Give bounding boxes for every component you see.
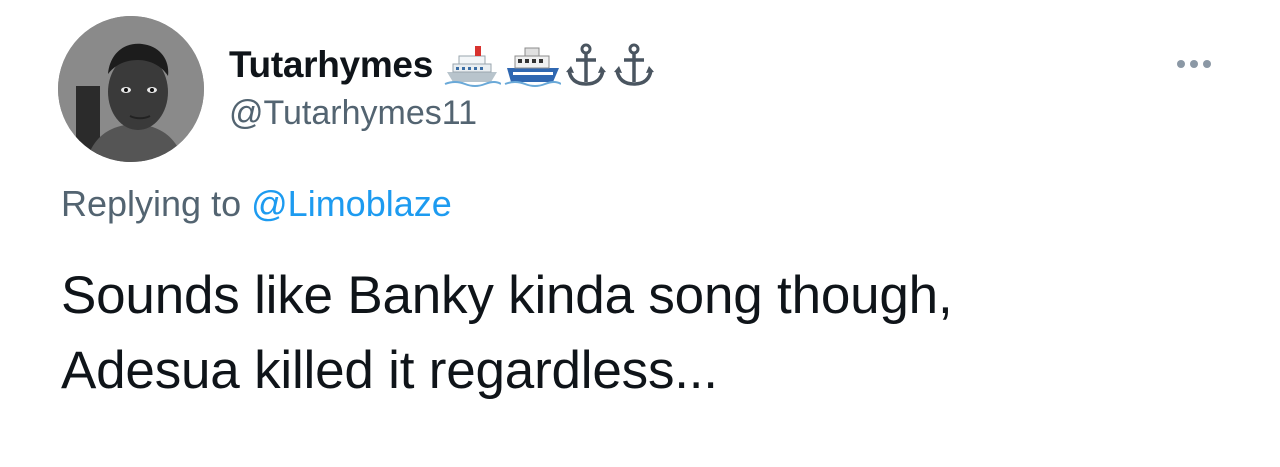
replying-prefix: Replying to bbox=[61, 183, 242, 224]
ferry-icon bbox=[503, 42, 561, 88]
user-handle[interactable]: @Tutarhymes11 bbox=[229, 94, 477, 133]
more-dot-icon bbox=[1203, 60, 1211, 68]
display-name[interactable]: Tutarhymes bbox=[229, 44, 433, 86]
tweet-card: Tutarhymes @Tutarhymes11 Replying to @Li… bbox=[0, 0, 1280, 467]
anchor-icon bbox=[611, 42, 657, 88]
cruise-ship-icon bbox=[443, 42, 501, 88]
author-row: Tutarhymes bbox=[229, 40, 657, 90]
more-dot-icon bbox=[1177, 60, 1185, 68]
tweet-text: Sounds like Banky kinda song though, Ade… bbox=[61, 258, 1221, 408]
tweet-text-line: Adesua killed it regardless... bbox=[61, 341, 718, 400]
more-dot-icon bbox=[1190, 60, 1198, 68]
anchor-icon bbox=[563, 42, 609, 88]
replying-to-line: Replying to @Limoblaze bbox=[61, 183, 452, 225]
more-options-button[interactable] bbox=[1168, 50, 1220, 78]
replying-to-link[interactable]: @Limoblaze bbox=[251, 183, 452, 224]
tweet-text-line: Sounds like Banky kinda song though, bbox=[61, 266, 953, 325]
name-emojis bbox=[443, 42, 657, 88]
avatar-photo bbox=[58, 16, 204, 162]
avatar[interactable] bbox=[58, 16, 204, 162]
